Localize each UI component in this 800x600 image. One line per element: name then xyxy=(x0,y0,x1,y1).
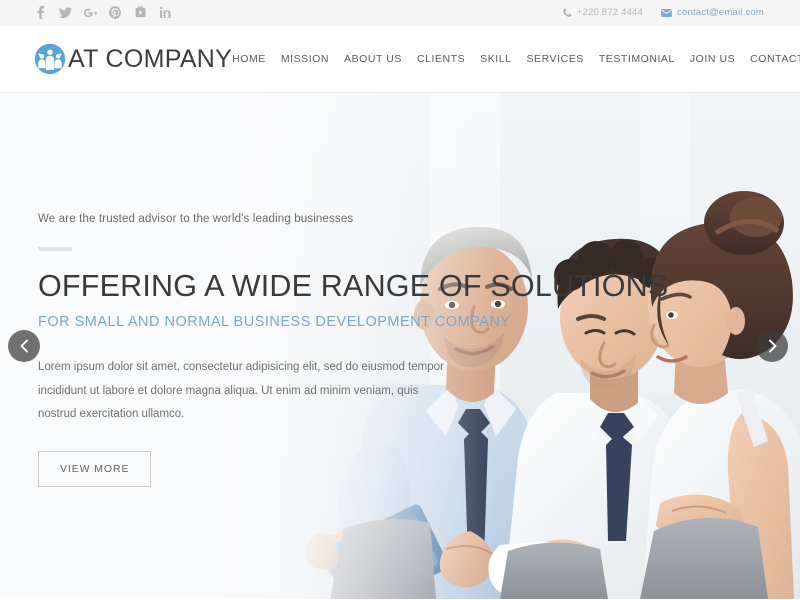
nav-item-join-us[interactable]: JOIN US xyxy=(690,53,735,65)
phone-number: +220 872 4444 xyxy=(576,7,644,18)
people-circle-icon xyxy=(34,43,66,75)
site-header: AT COMPANY HOME MISSION ABOUT US CLIENTS… xyxy=(0,26,800,93)
phone-icon xyxy=(562,8,572,17)
chevron-right-icon xyxy=(767,339,778,353)
hero-divider xyxy=(38,247,72,251)
slider-prev-button[interactable] xyxy=(8,330,40,362)
envelope-icon xyxy=(661,8,672,17)
linkedin-icon[interactable] xyxy=(159,6,172,19)
nav-item-skill[interactable]: SKILL xyxy=(480,53,511,65)
nav-item-testimonial[interactable]: TESTIMONIAL xyxy=(599,53,675,65)
hero-content: We are the trusted advisor to the world'… xyxy=(38,213,669,487)
main-navigation: HOME MISSION ABOUT US CLIENTS SKILL SERV… xyxy=(232,52,800,66)
hero-subtitle: FOR SMALL AND NORMAL BUSINESS DEVELOPMEN… xyxy=(38,314,511,331)
email-contact[interactable]: contact@email.com xyxy=(661,7,764,18)
hero-slider: We are the trusted advisor to the world'… xyxy=(0,93,800,599)
chevron-left-icon xyxy=(19,339,30,353)
brand-name: AT COMPANY xyxy=(68,44,233,73)
brand-logo[interactable]: AT COMPANY xyxy=(34,43,232,75)
nav-item-home[interactable]: HOME xyxy=(232,53,266,65)
hero-title: OFFERING A WIDE RANGE OF SOLUTIONS xyxy=(38,269,669,303)
hero-eyebrow: We are the trusted advisor to the world'… xyxy=(38,213,354,225)
nav-item-clients[interactable]: CLIENTS xyxy=(417,53,465,65)
phone-contact[interactable]: +220 872 4444 xyxy=(562,7,644,18)
top-bar: +220 872 4444 contact@email.com xyxy=(0,0,800,26)
nav-item-mission[interactable]: MISSION xyxy=(281,53,329,65)
pinterest-icon[interactable] xyxy=(109,6,122,19)
hero-description: Lorem ipsum dolor sit amet, consectetur … xyxy=(38,361,444,421)
contact-info: +220 872 4444 contact@email.com xyxy=(562,7,764,18)
email-address: contact@email.com xyxy=(677,7,764,18)
social-links xyxy=(34,6,172,19)
youtube-icon[interactable] xyxy=(134,6,147,19)
nav-item-about-us[interactable]: ABOUT US xyxy=(344,53,402,65)
view-more-button[interactable]: VIEW MORE xyxy=(38,450,152,487)
google-plus-icon[interactable] xyxy=(84,6,97,19)
facebook-icon[interactable] xyxy=(34,6,47,19)
nav-item-services[interactable]: SERVICES xyxy=(527,53,584,65)
nav-item-contact[interactable]: CONTACT xyxy=(750,53,800,65)
twitter-icon[interactable] xyxy=(59,6,72,19)
slider-next-button[interactable] xyxy=(756,330,788,362)
